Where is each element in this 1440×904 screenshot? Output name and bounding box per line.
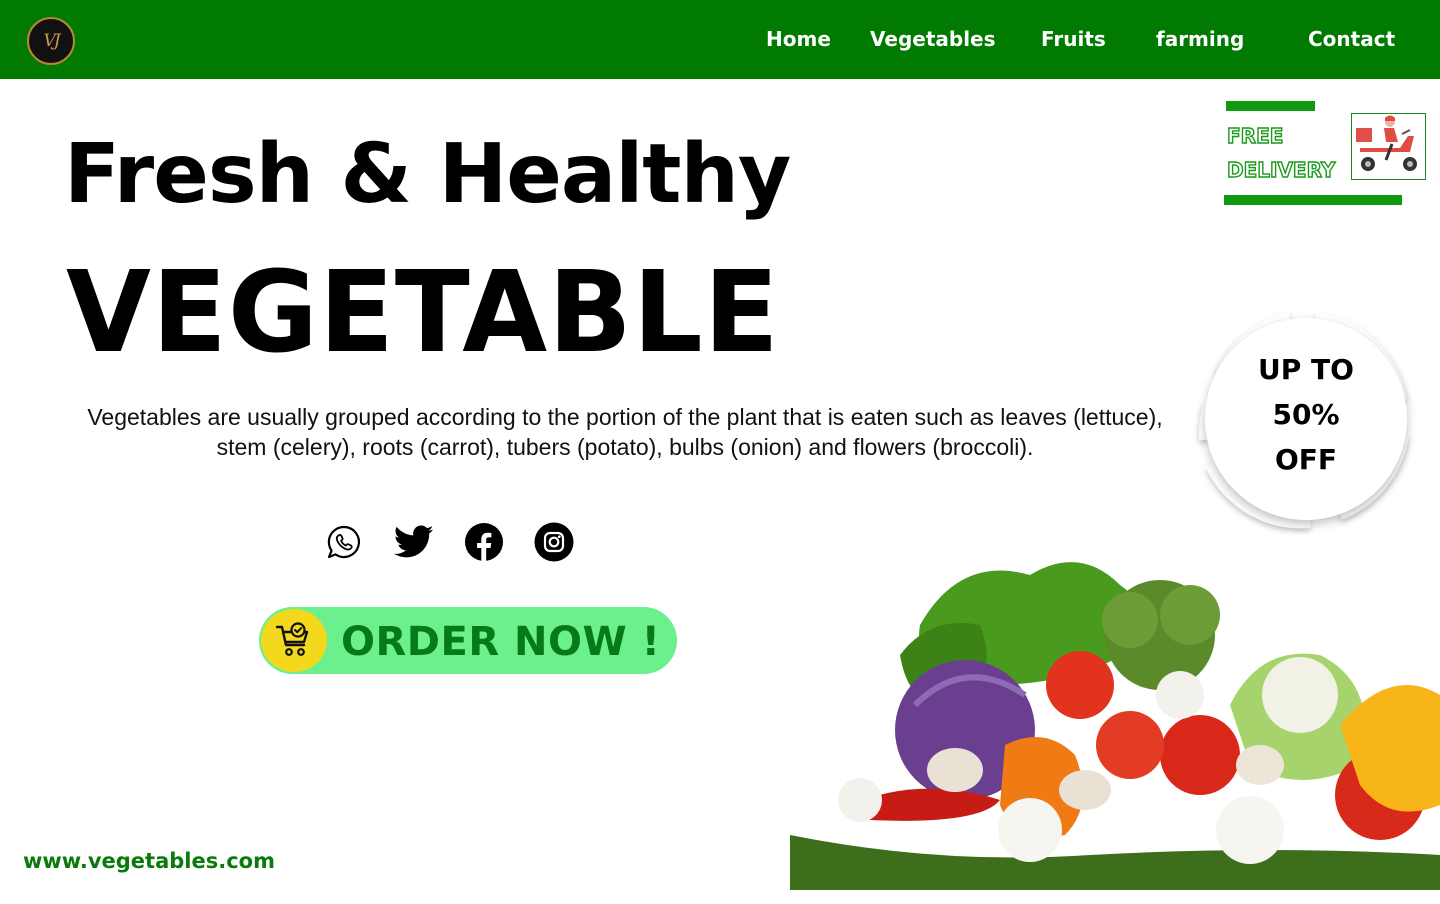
shopping-cart-icon xyxy=(261,609,327,672)
delivery-scooter-icon xyxy=(1351,113,1426,180)
instagram-icon[interactable] xyxy=(533,521,575,563)
delivery-accent-bar-top xyxy=(1226,101,1315,111)
nav-link-vegetables[interactable]: Vegetables xyxy=(870,27,996,51)
nav-link-farming[interactable]: farming xyxy=(1156,27,1244,51)
top-navbar: VJ Home Vegetables Fruits farming Contac… xyxy=(0,0,1440,79)
discount-line2: 50% xyxy=(1272,398,1340,431)
free-delivery-line1: FREE xyxy=(1226,123,1284,148)
brand-logo[interactable]: VJ xyxy=(27,17,75,65)
discount-line1: UP TO xyxy=(1258,353,1354,386)
website-url-link[interactable]: www.vegetables.com xyxy=(23,849,275,873)
free-delivery-line2: DELIVERY xyxy=(1226,157,1336,182)
whatsapp-icon[interactable] xyxy=(323,521,365,563)
discount-line3: OFF xyxy=(1274,443,1338,476)
nav-link-fruits[interactable]: Fruits xyxy=(1041,27,1106,51)
hero-title: VEGETABLE xyxy=(66,248,780,378)
logo-monogram: VJ xyxy=(43,31,60,51)
vegetables-image xyxy=(780,545,1440,890)
nav-link-contact[interactable]: Contact xyxy=(1308,27,1395,51)
nav-link-home[interactable]: Home xyxy=(766,27,831,51)
twitter-icon[interactable] xyxy=(393,521,435,563)
hero-description: Vegetables are usually grouped according… xyxy=(87,404,1163,460)
order-now-button[interactable]: ORDER NOW ! xyxy=(259,607,677,674)
facebook-icon[interactable] xyxy=(463,521,505,563)
hero-headline: Fresh & Healthy xyxy=(64,127,791,222)
delivery-accent-bar-bottom xyxy=(1224,195,1402,205)
order-now-label: ORDER NOW ! xyxy=(341,619,661,665)
